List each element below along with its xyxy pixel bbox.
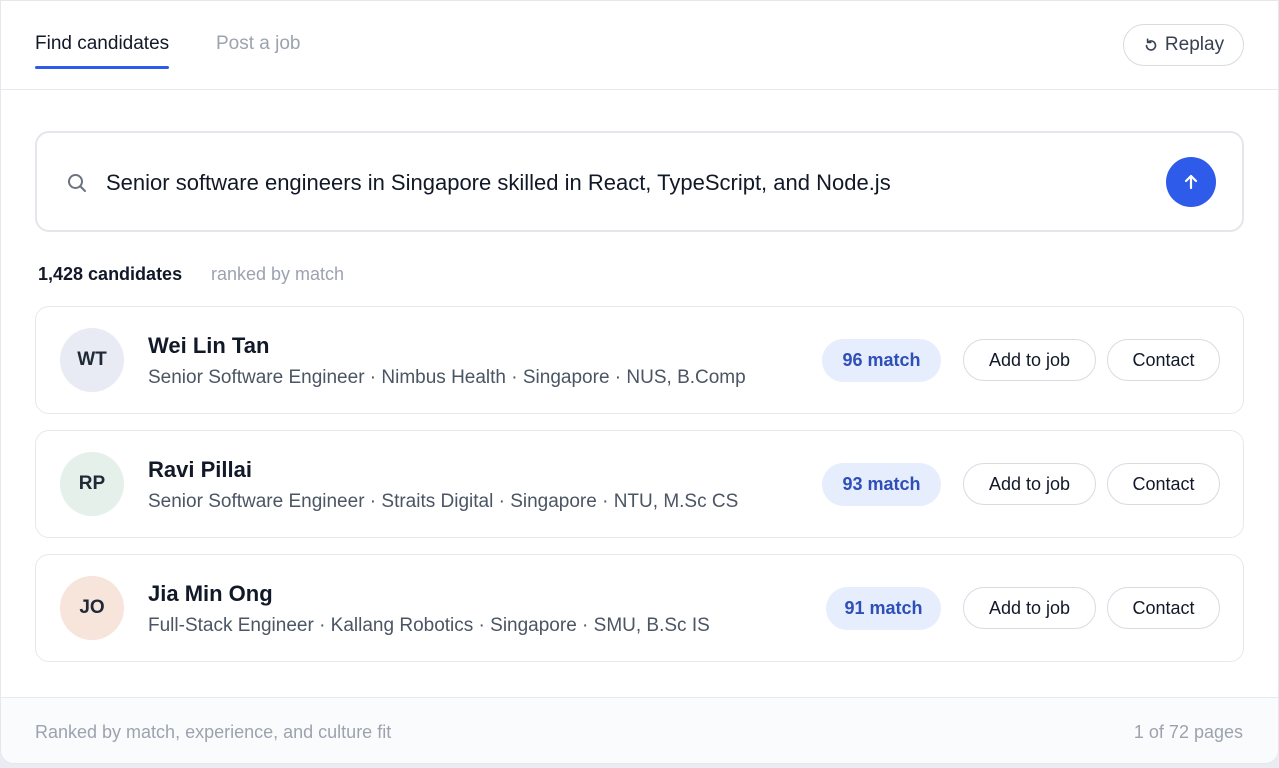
tab-post-a-job[interactable]: Post a job (216, 32, 301, 56)
tab-find-candidates[interactable]: Find candidates (35, 32, 170, 69)
candidate-search-panel: Find candidates Post a job Replay Senior… (0, 0, 1279, 764)
search-input[interactable]: Senior software engineers in Singapore s… (106, 169, 891, 197)
candidate-name: Jia Min Ong (148, 581, 273, 606)
candidate-card[interactable]: RP Ravi Pillai Senior Software Engineer … (35, 430, 1244, 538)
contact-button[interactable]: Contact (1107, 463, 1220, 505)
results-count: 1,428 candidates (38, 264, 183, 284)
avatar: JO (60, 576, 124, 640)
search-box[interactable]: Senior software engineers in Singapore s… (35, 131, 1244, 232)
candidate-card[interactable]: WT Wei Lin Tan Senior Software Engineer … (35, 306, 1244, 414)
contact-button[interactable]: Contact (1107, 339, 1220, 381)
match-score-badge: 91 match (826, 587, 941, 630)
replay-label: Replay (1164, 34, 1225, 55)
search-icon (68, 174, 86, 192)
match-score-badge: 93 match (822, 463, 941, 506)
contact-button[interactable]: Contact (1107, 587, 1220, 629)
arrow-up-icon (1184, 174, 1198, 190)
candidate-card[interactable]: JO Jia Min Ong Full-Stack Engineer · Kal… (35, 554, 1244, 662)
replay-icon (1145, 38, 1157, 51)
submit-search-button[interactable] (1166, 157, 1216, 207)
ranking-note: Ranked by match, experience, and culture… (35, 722, 392, 742)
replay-button[interactable]: Replay (1123, 24, 1244, 66)
candidate-meta: Senior Software Engineer · Straits Digit… (148, 491, 739, 512)
avatar: RP (60, 452, 124, 516)
candidate-meta: Senior Software Engineer · Nimbus Health… (148, 367, 746, 388)
header-bar: Find candidates Post a job Replay (1, 1, 1278, 90)
add-to-job-button[interactable]: Add to job (963, 339, 1096, 381)
candidate-meta: Full-Stack Engineer · Kallang Robotics ·… (148, 615, 710, 636)
match-score-badge: 96 match (822, 339, 941, 382)
results-sort-note: ranked by match (211, 264, 345, 284)
candidate-name: Wei Lin Tan (148, 333, 270, 358)
add-to-job-button[interactable]: Add to job (963, 587, 1096, 629)
add-to-job-button[interactable]: Add to job (963, 463, 1096, 505)
candidate-name: Ravi Pillai (148, 457, 252, 482)
results-footer: Ranked by match, experience, and culture… (1, 697, 1278, 763)
avatar: WT (60, 328, 124, 392)
pagination-indicator: 1 of 72 pages (1133, 722, 1243, 742)
